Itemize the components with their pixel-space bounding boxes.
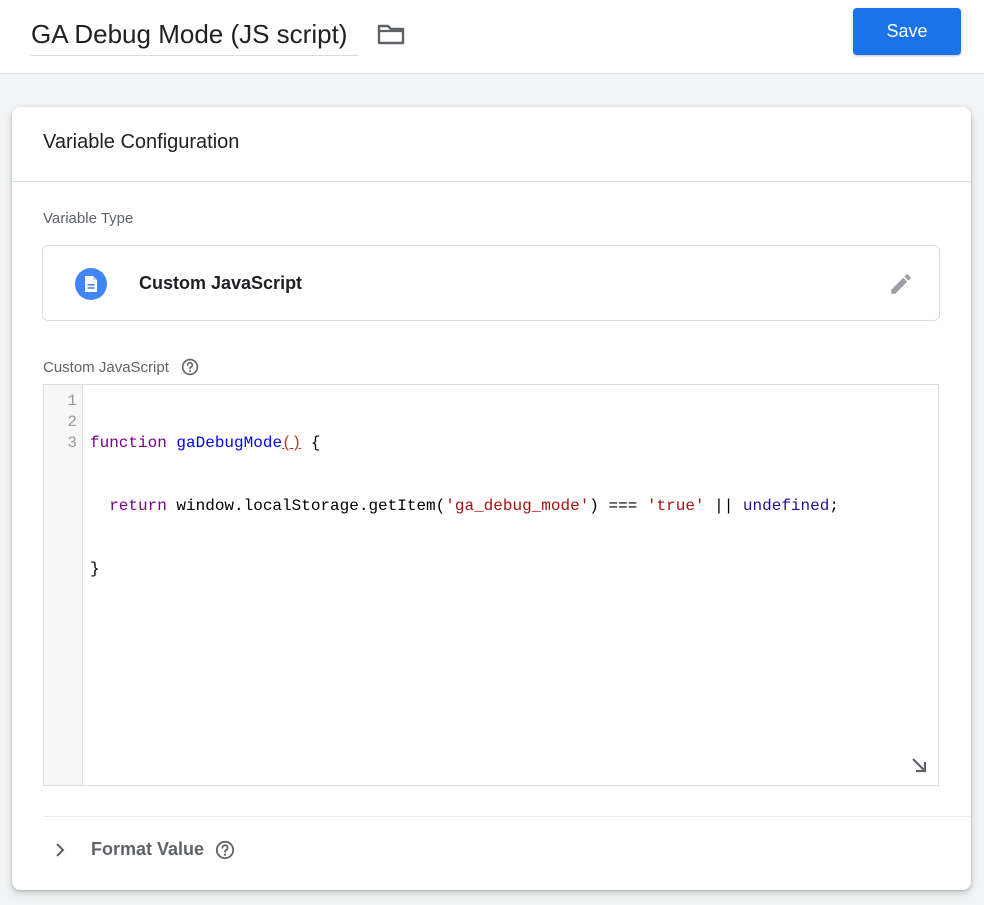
- custom-javascript-label-text: Custom JavaScript: [43, 358, 169, 376]
- format-value-label: Format Value: [91, 839, 205, 859]
- top-bar: GA Debug Mode (JS script) Save: [0, 0, 984, 74]
- code-editor[interactable]: 1 2 3 function gaDebugMode() { return wi…: [43, 384, 939, 786]
- document-icon: [75, 268, 107, 300]
- format-value-toggle[interactable]: Format Value: [52, 839, 235, 860]
- divider: [12, 181, 971, 182]
- help-icon[interactable]: [215, 840, 235, 860]
- code-content[interactable]: function gaDebugMode() { return window.l…: [90, 391, 839, 622]
- code-line: function gaDebugMode() {: [90, 434, 321, 452]
- code-line: }: [90, 560, 100, 578]
- folder-icon[interactable]: [377, 22, 405, 46]
- pencil-icon[interactable]: [888, 271, 914, 297]
- line-number: 1: [67, 392, 77, 410]
- resize-handle-icon[interactable]: [909, 755, 929, 775]
- help-icon[interactable]: [181, 358, 199, 376]
- line-number-gutter: 1 2 3: [44, 385, 83, 785]
- chevron-right-icon: [56, 842, 65, 857]
- divider: [43, 816, 971, 817]
- save-button[interactable]: Save: [853, 8, 961, 55]
- variable-type-label: Variable Type: [43, 210, 134, 227]
- variable-configuration-card: Variable Configuration Variable Type Cus…: [12, 107, 971, 890]
- variable-type-name: Custom JavaScript: [139, 273, 303, 293]
- custom-javascript-label: Custom JavaScript: [43, 358, 199, 376]
- line-number: 3: [67, 434, 77, 452]
- variable-type-selector[interactable]: Custom JavaScript: [42, 245, 940, 321]
- card-title: Variable Configuration: [43, 131, 240, 153]
- line-number: 2: [67, 413, 77, 431]
- code-line: return window.localStorage.getItem('ga_d…: [109, 497, 839, 515]
- variable-name-input[interactable]: GA Debug Mode (JS script): [31, 14, 359, 56]
